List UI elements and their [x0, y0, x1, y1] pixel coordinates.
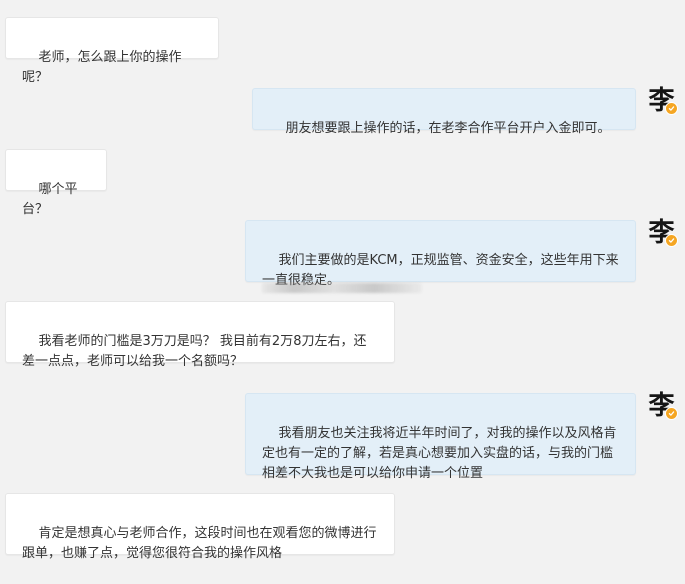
message-incoming[interactable]: 老师，怎么跟上你的操作呢？ — [5, 17, 219, 85]
watermark-blur — [262, 283, 422, 293]
sender-avatar[interactable]: 李 — [645, 217, 678, 249]
message-text: 我看老师的门槛是3万刀是吗？ 我目前有2万8刀左右，还差一点点，老师可以给我一个… — [22, 334, 367, 369]
message-text: 老师，怎么跟上你的操作呢？ — [22, 50, 182, 85]
verified-badge-icon — [665, 234, 678, 247]
message-text: 肯定是想真心与老师合作，这段时间也在观看您的微博进行跟单，也赚了点，觉得您很符合… — [22, 526, 377, 561]
message-incoming[interactable]: 哪个平台？ — [5, 149, 107, 217]
message-outgoing[interactable]: 朋友想要跟上操作的话，在老李合作平台开户入金即可。 — [252, 88, 636, 136]
message-incoming[interactable]: 我看老师的门槛是3万刀是吗？ 我目前有2万8刀左右，还差一点点，老师可以给我一个… — [5, 301, 395, 369]
sender-avatar[interactable]: 李 — [645, 390, 678, 422]
message-incoming[interactable]: 肯定是想真心与老师合作，这段时间也在观看您的微博进行跟单，也赚了点，觉得您很符合… — [5, 493, 395, 561]
sender-avatar[interactable]: 李 — [645, 85, 678, 117]
verified-badge-icon — [665, 102, 678, 115]
message-outgoing[interactable]: 我们主要做的是KCM，正规监管、资金安全，这些年用下来一直很稳定。 — [245, 220, 636, 288]
message-outgoing[interactable]: 我看朋友也关注我将近半年时间了，对我的操作以及风格肯定也有一定的了解，若是真心想… — [245, 393, 636, 481]
verified-badge-icon — [665, 407, 678, 420]
message-text: 朋友想要跟上操作的话，在老李合作平台开户入金即可。 — [285, 121, 611, 136]
message-text: 哪个平台？ — [22, 182, 78, 217]
chat-conversation: 老师，怎么跟上你的操作呢？ 朋友想要跟上操作的话，在老李合作平台开户入金即可。 … — [0, 0, 685, 565]
message-text: 我看朋友也关注我将近半年时间了，对我的操作以及风格肯定也有一定的了解，若是真心想… — [262, 426, 617, 481]
